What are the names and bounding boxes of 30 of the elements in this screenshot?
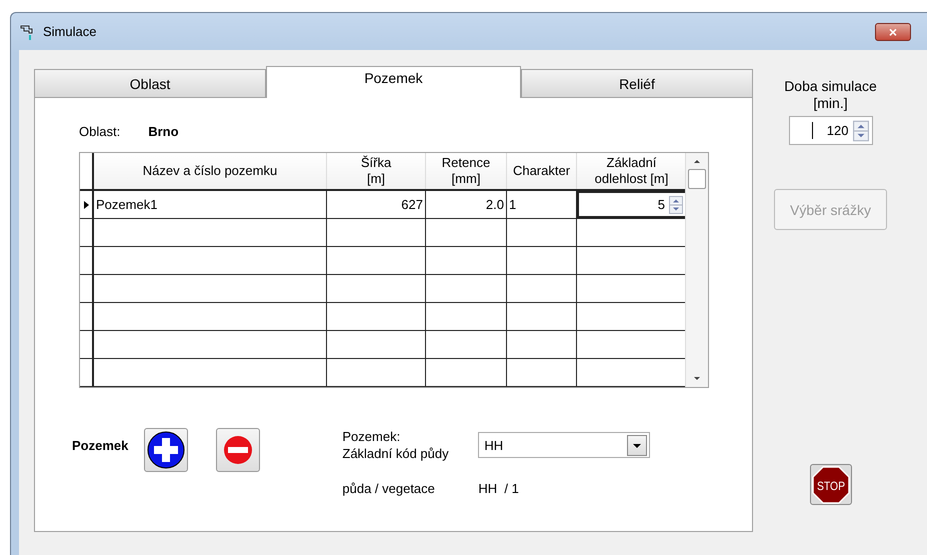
soil-code-dropdown[interactable]: HH xyxy=(478,432,650,458)
faucet-icon xyxy=(19,22,35,40)
area-label: Oblast: xyxy=(79,124,120,139)
simulation-time-field[interactable]: 120 xyxy=(788,116,872,145)
soil-vegetation-value: HH / 1 xyxy=(478,481,519,496)
remove-button[interactable] xyxy=(216,428,260,472)
tab[interactable]: Reliéf xyxy=(520,69,753,97)
spin-arrows-icon[interactable] xyxy=(669,196,683,214)
minus-icon xyxy=(223,435,254,465)
column-header[interactable]: Šířka [m] xyxy=(327,153,426,189)
table-cell[interactable]: 1 xyxy=(509,197,516,212)
tab[interactable]: Oblast xyxy=(34,69,266,97)
spin-arrows-icon[interactable] xyxy=(852,120,868,142)
window-title: Simulace xyxy=(43,24,98,39)
plus-icon xyxy=(147,431,186,469)
tab[interactable]: Pozemek xyxy=(266,66,521,98)
area-value: Brno xyxy=(148,124,179,139)
table-cell[interactable]: Pozemek1 xyxy=(96,197,158,212)
column-header[interactable]: Název a číslo pozemku xyxy=(94,153,327,189)
simulation-time-label: Doba simulace [min.] xyxy=(784,78,877,112)
add-button[interactable] xyxy=(144,428,188,472)
table-cell[interactable]: 627 xyxy=(401,197,423,212)
soil-code-label: Pozemek: Základní kód půdy xyxy=(342,428,450,462)
plot-label: Pozemek xyxy=(72,438,128,455)
soil-vegetation-label: půda / vegetace xyxy=(342,480,436,497)
column-header[interactable]: Retence [mm] xyxy=(426,153,507,189)
scrollbar-thumb[interactable] xyxy=(688,169,706,189)
column-header[interactable]: Charakter xyxy=(507,153,577,189)
table-cell[interactable]: 2.0 xyxy=(486,197,504,212)
table-cell[interactable]: 5 xyxy=(658,197,665,212)
